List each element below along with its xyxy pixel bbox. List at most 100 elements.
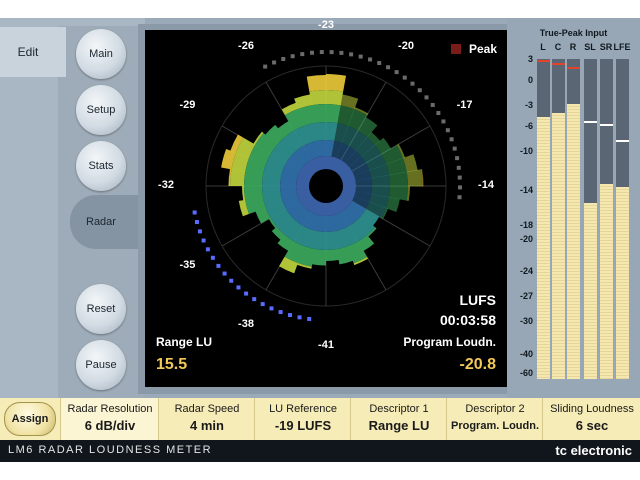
meter-scale-label: -27 [519,291,533,301]
ring-label: -23 [318,19,334,31]
meter-scale-label: -60 [519,368,533,378]
ring-tick [441,119,446,124]
meter-scale-label: 0 [527,75,533,85]
ring-tick [194,220,199,225]
meter-peak-hold [600,124,613,127]
ring-tick [319,50,324,55]
ring-tick [358,54,363,59]
meter-level [600,183,613,379]
ring-tick [236,285,241,290]
param-value: 4 min [190,418,224,433]
ring-label: -35 [179,259,196,271]
parameter-bar: Assign Radar Resolution 6 dB/div Radar S… [0,398,640,440]
param-sliding-loudness[interactable]: Sliding Loudness 6 sec [542,398,640,440]
meter-scale-label: -20 [519,234,533,244]
ring-label: -17 [456,99,473,111]
reset-button-label: Reset [86,303,116,315]
true-peak-meter-panel: True-Peak Input L C R SL SR LFE 3 0 -3 -6 -10 -14 -1… [507,18,640,398]
param-value: 6 sec [575,418,609,433]
assign-button[interactable]: Assign [4,402,56,436]
ring-tick [449,137,454,142]
param-radar-speed[interactable]: Radar Speed 4 min [158,398,255,440]
ring-tick [216,263,221,268]
radar-tab-label: Radar [86,216,116,228]
meter-bar [616,59,629,379]
loudness-segment [230,168,246,186]
ring-label: -29 [179,99,196,111]
loudness-segment [306,75,327,92]
ring-tick [297,315,302,320]
unit-label: LUFS [459,292,496,308]
meter-bar [600,59,613,379]
main-button-label: Main [89,48,113,60]
param-value: 6 dB/div [84,418,136,433]
stats-button-label: Stats [88,160,114,172]
param-radar-resolution[interactable]: Radar Resolution 6 dB/div [60,398,159,440]
param-descriptor-1[interactable]: Descriptor 1 Range LU [350,398,447,440]
setup-button[interactable]: Setup [76,85,126,135]
ring-tick [436,111,441,116]
radar-screen: Peak -23 -20 -17 -14 -41 -38 -35 -32 -29 -26 LUFS… [145,19,507,387]
meter-peak-hold [552,63,565,66]
meter-peak-hold [567,66,580,69]
ring-tick [402,75,407,80]
ring-tick [457,185,462,190]
ring-tick [278,310,283,315]
ring-tick [386,65,391,70]
ring-tick [281,56,286,61]
ring-tick [205,247,210,252]
ring-tick [456,165,461,170]
loudness-segment [325,249,340,261]
param-value: Range LU [368,418,430,433]
ring-label: -38 [238,317,254,330]
peak-label: Peak [469,42,498,56]
ring-tick [410,81,415,86]
top-bar [0,0,640,18]
tab-edit-label: Edit [17,45,39,59]
param-value: Program. Loudn. [451,420,539,432]
program-loudness-value: -20.8 [459,356,496,373]
ring-tick [394,70,399,75]
ring-tick [455,156,460,161]
assign-button-label: Assign [11,413,49,425]
ring-tick [307,316,312,321]
meter-scale-label: -14 [519,185,533,195]
ring-tick [210,255,215,260]
param-descriptor-2[interactable]: Descriptor 2 Program. Loudn. [446,398,543,440]
param-label: Radar Speed [174,403,240,415]
ring-tick [329,50,334,55]
ring-tick [377,61,382,66]
pause-button-label: Pause [85,359,117,371]
meter-scale-label: -40 [519,349,533,359]
tab-edit[interactable]: Edit [0,27,66,77]
param-label: Radar Resolution [67,403,153,415]
reset-button[interactable]: Reset [76,284,126,334]
peak-legend: Peak [451,42,497,56]
ring-tick [287,313,292,318]
meter-peak-hold [584,121,597,123]
param-lu-reference[interactable]: LU Reference -19 LUFS [254,398,351,440]
stats-button[interactable]: Stats [76,141,126,191]
channel-label: LFE [613,42,631,52]
meter-level [584,203,597,379]
meter-scale-label: -3 [524,100,533,110]
loudness-segment [406,169,422,187]
ring-tick [368,57,373,62]
ring-tick [192,210,197,215]
elapsed-time: 00:03:58 [439,312,496,328]
main-button[interactable]: Main [76,29,126,79]
meter-level [552,113,565,379]
meter-peak-hold [537,60,550,63]
setup-button-label: Setup [86,104,116,116]
meter-scale-label: -18 [519,220,533,230]
ring-tick [457,195,462,200]
ring-tick [424,95,429,100]
pause-button[interactable]: Pause [76,340,126,390]
param-value: -19 LUFS [274,418,332,433]
meter-scale-label: -24 [519,266,533,276]
ring-tick [269,306,274,311]
ring-tick [244,291,249,296]
ring-tick [452,146,457,151]
ring-tick [417,88,422,93]
radar-tab[interactable]: Radar [70,195,145,249]
